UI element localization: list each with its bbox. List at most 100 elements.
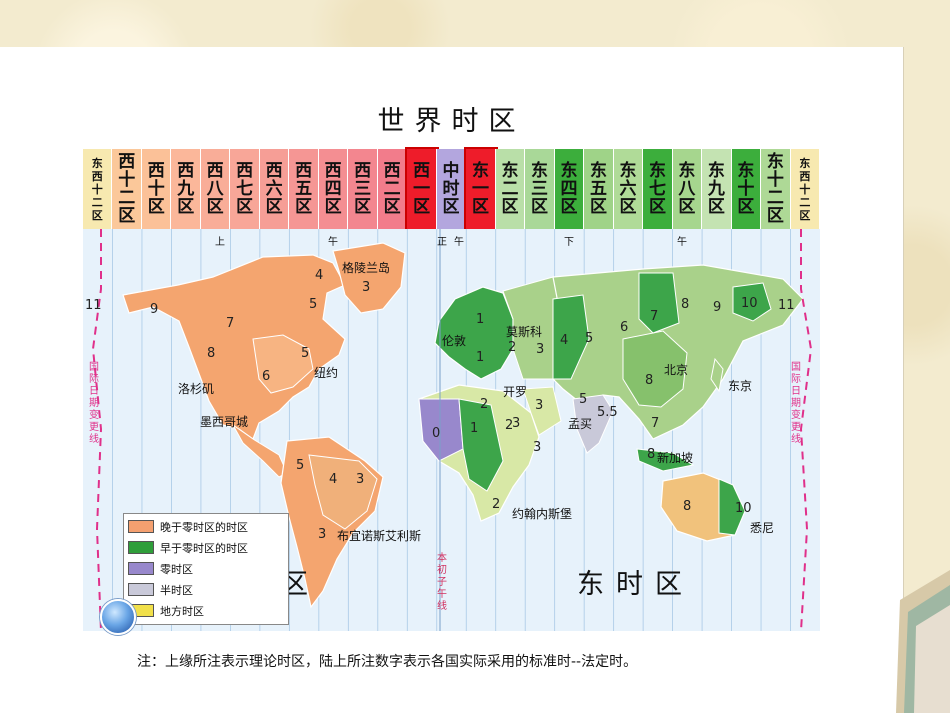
zone-number: 11 [778,298,795,313]
city-label: 孟买 [568,417,593,431]
zone-column: 东二区 [495,149,526,229]
zone-number: 5.5 [597,405,618,420]
zone-number: 10 [735,501,752,516]
zone-number: 3 [318,527,327,542]
zone-column: 中时区 [436,149,467,229]
zone-number: 5 [579,392,588,407]
zone-number: 4 [329,472,338,487]
zone-number: 5 [301,346,310,361]
city-label: 约翰内斯堡 [512,507,573,521]
legend-swatch [128,583,154,596]
legend-swatch [128,541,154,554]
legend-label: 晚于零时区的时区 [160,520,248,534]
siberia-green [638,272,680,334]
zone-number: 1 [476,350,485,365]
zone-column: 西四区 [318,149,349,229]
zone-column: 西一区 [405,147,439,231]
city-label: 墨西哥城 [200,415,249,429]
zone-number: 2 [505,418,514,433]
map-title: 世界时区 [377,106,526,137]
map-note: 注：上缘所注表示理论时区，陆上所注数字表示各国实际采用的标准时--法定时。 [137,654,638,670]
zone-column: 东四区 [554,149,585,229]
legend-item: 地方时区 [128,600,284,621]
city-label: 伦敦 [442,334,467,348]
zone-number: 8 [681,297,690,312]
legend-item: 早于零时区的时区 [128,537,284,558]
legend-label: 零时区 [160,562,193,576]
legend-label: 早于零时区的时区 [160,541,248,555]
time-zone-header: 东西十二区西十二区西十区西九区西八区西七区西六区西五区西四区西三区西二区西一区中… [83,147,821,231]
city-label: 北京 [664,363,689,377]
zone-number: 6 [620,320,629,335]
zone-column: 西七区 [230,149,260,229]
legend-swatch [128,520,154,533]
legend-swatch [128,562,154,575]
zone-column: 西二区 [377,149,408,229]
zone-column: 东五区 [584,149,614,229]
zone-number: 5 [309,297,318,312]
tick-label: 午 [328,237,338,248]
date-line-label-left: 国际日期变更线 [89,362,99,445]
city-label: 纽约 [314,366,339,380]
zone-column: 东三区 [525,149,555,229]
zone-number: 2 [492,497,501,512]
zone-column: 东九区 [702,149,732,229]
zone-number: 8 [683,499,692,514]
prime-meridian-label: 本初子午线 [437,553,447,612]
map-legend: 晚于零时区的时区 早于零时区的时区 零时区半时区地方时区 [123,513,289,625]
zone-number: 11 [85,298,102,313]
city-label: 新加坡 [657,451,694,465]
zone-column: 西五区 [289,149,319,229]
zone-number: 9 [150,302,159,317]
zone-column: 东八区 [672,149,703,229]
zone-number: 10 [741,296,758,311]
city-label: 洛杉矶 [178,382,215,396]
zone-number: 7 [651,416,660,431]
zone-number: 1 [470,421,479,436]
zone-column: 东十二区 [761,149,791,229]
book-decoration [896,570,950,713]
zone-number: 3 [536,342,545,357]
zone-number: 6 [262,369,271,384]
zone-number: 4 [560,333,569,348]
zone-column: 西六区 [259,149,290,229]
city-label: 开罗 [503,385,528,399]
zone-number: 2 [508,340,517,355]
zone-column: 西十二区 [112,149,142,229]
zone-column: 西三区 [348,149,378,229]
legend-item: 半时区 [128,579,284,600]
zone-number: 8 [207,346,216,361]
legend-label: 地方时区 [160,604,204,618]
zone-number: 1 [476,312,485,327]
legend-item: 零时区 [128,558,284,579]
zone-number: 8 [645,373,654,388]
zone-number: 7 [226,316,235,331]
city-label: 莫斯科 [506,325,543,339]
zone-column: 东六区 [613,149,644,229]
zone-number: 2 [480,397,489,412]
zone-column: 西八区 [200,149,231,229]
tick-label: 上 [215,237,225,248]
zone-column: 东西十二区 [790,149,821,229]
zone-number: 3 [533,440,542,455]
zone-number: 4 [315,268,324,283]
zone-number: 3 [362,280,371,295]
tick-label: 午 [454,237,464,248]
tick-label: 下 [564,237,574,248]
city-label: 悉尼 [750,521,775,535]
zone-column: 西九区 [171,149,201,229]
legend-label: 半时区 [160,583,193,597]
zone-number: 3 [356,472,365,487]
zone-number: 3 [535,398,544,413]
globe-icon[interactable] [100,599,136,635]
city-label: 东京 [728,379,753,393]
east-region-label: 东时区 [577,569,694,600]
zone-column: 东七区 [643,149,673,229]
city-label: 格陵兰岛 [342,261,391,275]
legend-item: 晚于零时区的时区 [128,516,284,537]
date-line-label-right: 国际日期变更线 [791,362,801,445]
zone-number: 8 [647,447,656,462]
tick-label: 午 [677,237,687,248]
zone-number: 7 [650,309,659,324]
zone-number: 5 [296,458,305,473]
